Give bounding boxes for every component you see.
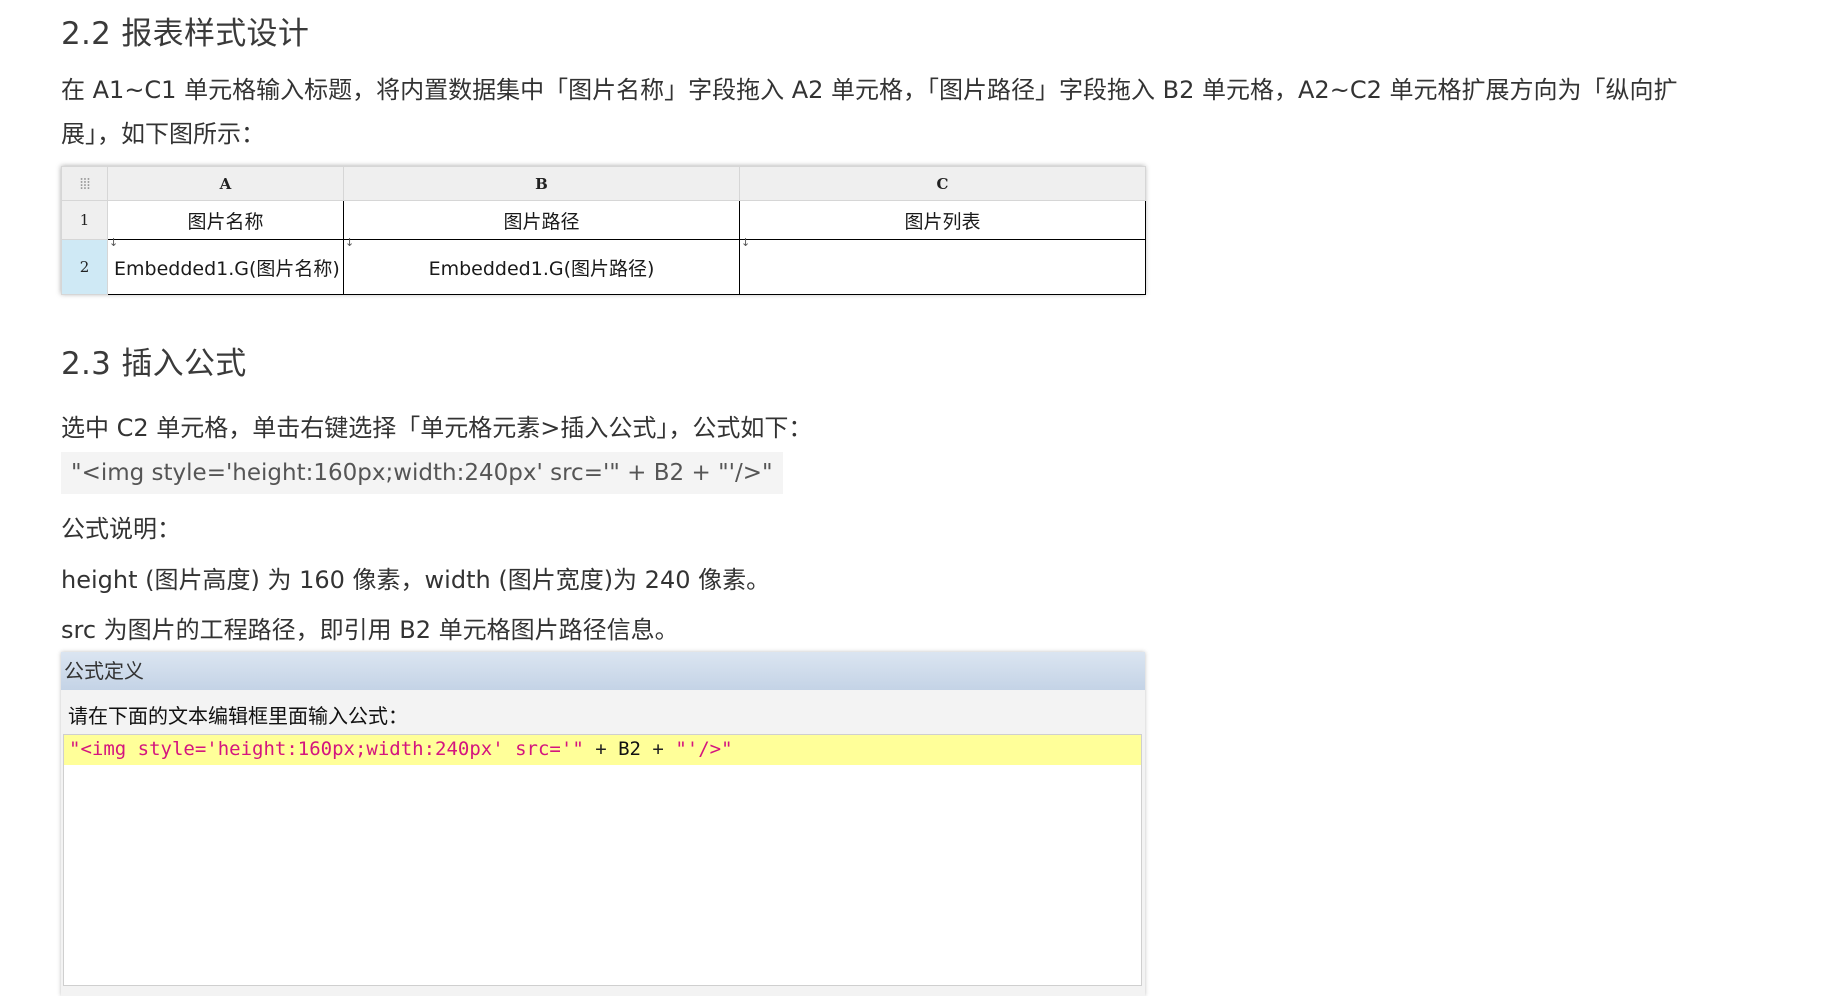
cell-b2: ↓ Embedded1.G(图片路径) — [343, 236, 740, 295]
report-design-sheet-image: ⁞⁞⁞ A B C 1 图片名称 图片路径 图片列表 2 ↓ Embedded1… — [61, 166, 1146, 295]
formula-code-block: "<img style='height:160px;width:240px' s… — [61, 452, 783, 494]
dialog-prompt: 请在下面的文本编辑框里面输入公式： — [68, 704, 408, 728]
row-header-2: 2 — [61, 239, 108, 295]
intro-line-1: 在 A1~C1 单元格输入标题，将内置数据集中「图片名称」字段拖入 A2 单元格… — [61, 76, 1678, 104]
cell-a2: ↓ Embedded1.G(图片名称) — [107, 236, 344, 295]
sheet-row-1: 1 图片名称 图片路径 图片列表 — [61, 200, 1146, 240]
formula-operator-token: + — [583, 738, 619, 760]
formula-explain-src: src 为图片的工程路径，即引用 B2 单元格图片路径信息。 — [61, 616, 679, 644]
column-header-b: B — [343, 166, 740, 201]
row-header-1: 1 — [61, 200, 108, 240]
section-heading-2-3: 2.3 插入公式 — [61, 346, 247, 382]
section-2-2-intro: 在 A1~C1 单元格输入标题，将内置数据集中「图片名称」字段拖入 A2 单元格… — [61, 68, 1781, 156]
column-header-c: C — [739, 166, 1146, 201]
column-header-a: A — [107, 166, 344, 201]
formula-explain-size: height (图片高度) 为 160 像素，width (图片宽度)为 240… — [61, 566, 771, 594]
sheet-row-2: 2 ↓ Embedded1.G(图片名称) ↓ Embedded1.G(图片路径… — [61, 236, 1146, 295]
formula-explain-title: 公式说明： — [61, 515, 181, 543]
cell-c1: 图片列表 — [739, 200, 1146, 240]
section-heading-2-2: 2.2 报表样式设计 — [61, 16, 310, 52]
formula-editor: "<img style='height:160px;width:240px' s… — [63, 734, 1142, 986]
vertical-expand-icon: ↓ — [741, 236, 751, 249]
vertical-expand-icon: ↓ — [109, 236, 119, 249]
sheet-grid: ⁞⁞⁞ A B C 1 图片名称 图片路径 图片列表 2 ↓ Embedded1… — [61, 166, 1146, 295]
formula-definition-dialog-image: 公式定义 请在下面的文本编辑框里面输入公式： "<img style='heig… — [61, 652, 1145, 996]
cell-a2-text: Embedded1.G(图片名称) — [114, 257, 340, 280]
dialog-title: 公式定义 — [61, 652, 1145, 690]
cell-a1: 图片名称 — [107, 200, 344, 240]
formula-step-text: 选中 C2 单元格，单击右键选择「单元格元素>插入公式」，公式如下： — [61, 414, 813, 442]
cell-b2-text: Embedded1.G(图片路径) — [428, 257, 655, 280]
formula-editor-line: "<img style='height:160px;width:240px' s… — [64, 735, 1141, 765]
formula-cell-ref-token: B2 — [618, 738, 641, 760]
formula-string-token: "'/>" — [675, 738, 733, 760]
dialog-body: 请在下面的文本编辑框里面输入公式： "<img style='height:16… — [61, 690, 1145, 996]
cell-b1: 图片路径 — [343, 200, 740, 240]
vertical-expand-icon: ↓ — [345, 236, 355, 249]
formula-operator-token: + — [640, 738, 676, 760]
formula-string-token: "<img style='height:160px;width:240px' s… — [69, 738, 584, 760]
intro-line-2: 展」，如下图所示： — [61, 120, 265, 148]
sheet-column-header-row: ⁞⁞⁞ A B C — [61, 166, 1146, 201]
grid-dots-icon: ⁞⁞⁞ — [61, 166, 108, 201]
cell-c2: ↓ — [739, 236, 1146, 295]
